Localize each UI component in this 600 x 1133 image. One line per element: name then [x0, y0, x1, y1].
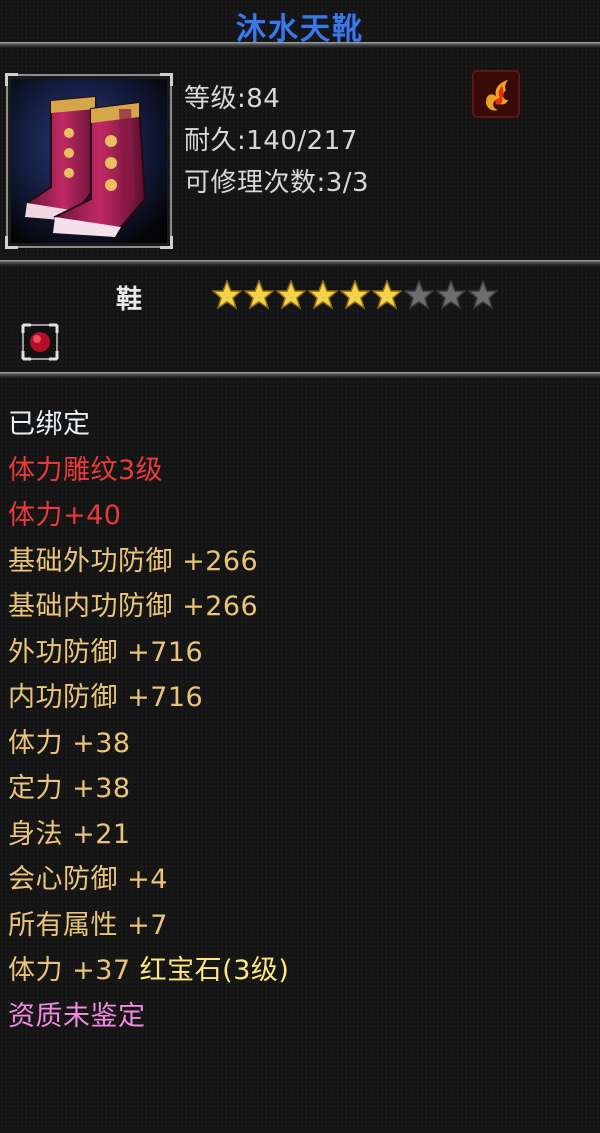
attribute-line: 外功防御 +716	[8, 630, 289, 676]
divider-bottom	[0, 372, 600, 378]
item-type: 鞋	[116, 285, 143, 315]
item-tooltip: 沐水天靴 等级:84 耐久:140/217 可修理次数:3/3 鞋 已绑定 体力…	[0, 0, 600, 1133]
divider-mid	[0, 260, 600, 266]
attribute-text: 身法 +21	[8, 818, 131, 850]
attribute-line: 资质未鉴定	[8, 994, 289, 1040]
attribute-text: 体力 +38	[8, 727, 131, 759]
star-filled-icon	[340, 280, 370, 310]
attribute-line: 定力 +38	[8, 766, 289, 812]
attribute-text: 体力雕纹3级	[8, 454, 164, 486]
divider-top	[0, 42, 600, 48]
attribute-text: 基础内功防御 +266	[8, 591, 259, 622]
star-empty-icon	[404, 280, 434, 310]
item-durability: 耐久:140/217	[184, 126, 358, 156]
item-icon-frame	[5, 73, 173, 249]
star-empty-icon	[436, 280, 466, 310]
red-gem-icon	[21, 323, 59, 361]
title-bar: 沐水天靴	[0, 0, 600, 47]
star-filled-icon	[212, 280, 242, 310]
boots-icon	[11, 79, 167, 243]
attribute-text: 资质未鉴定	[8, 1000, 146, 1032]
attribute-text: 外功防御 +716	[8, 636, 204, 668]
star-filled-icon	[276, 280, 306, 310]
star-filled-icon	[244, 280, 274, 310]
star-filled-icon	[372, 280, 402, 310]
attribute-line: 基础外功防御 +266	[8, 539, 289, 585]
attribute-line: 体力 +38	[8, 721, 289, 767]
gem-label: 红宝石(3级)	[139, 955, 290, 986]
star-empty-icon	[468, 280, 498, 310]
flame-emblem-icon	[472, 70, 520, 118]
star-filled-icon	[308, 280, 338, 310]
attribute-text: 体力 +37	[8, 955, 140, 986]
attribute-line: 所有属性 +7	[8, 903, 289, 949]
attribute-text: 会心防御 +4	[8, 864, 168, 895]
attribute-list: 已绑定体力雕纹3级 体力+40 基础外功防御 +266 基础内功防御 +266 外功防御…	[8, 402, 289, 1039]
attribute-line: 身法 +21	[8, 812, 289, 858]
attribute-text: 所有属性 +7	[8, 909, 168, 941]
attribute-text: 基础外功防御 +266	[8, 545, 259, 577]
attribute-line: 体力+40	[8, 493, 289, 539]
attribute-text: 体力+40	[8, 500, 122, 531]
attribute-text: 已绑定	[8, 409, 91, 440]
item-repair-count: 可修理次数:3/3	[184, 168, 370, 198]
attribute-text: 内功防御 +716	[8, 682, 204, 713]
attribute-line: 会心防御 +4	[8, 857, 289, 903]
item-level: 等级:84	[184, 84, 281, 114]
attribute-line: 体力 +37 红宝石(3级)	[8, 948, 289, 994]
attribute-line: 基础内功防御 +266	[8, 584, 289, 630]
attribute-line: 体力雕纹3级	[8, 448, 289, 494]
attribute-line: 已绑定	[8, 402, 289, 448]
attribute-line: 内功防御 +716	[8, 675, 289, 721]
attribute-text: 定力 +38	[8, 773, 131, 804]
